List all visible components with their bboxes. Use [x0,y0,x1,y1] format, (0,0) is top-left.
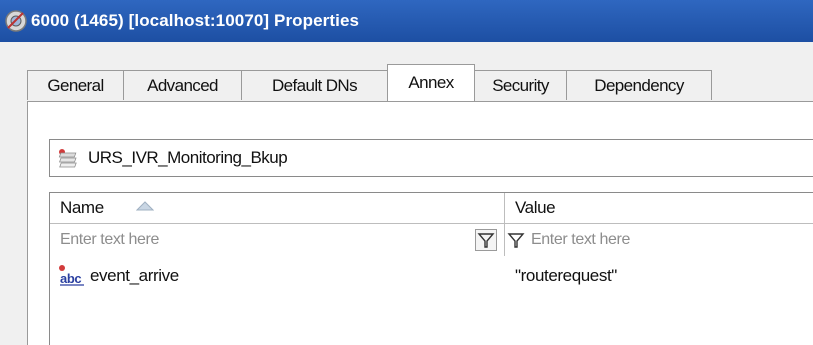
option-name-cell: abc event_arrive [58,261,179,291]
window-title: 6000 (1465) [localhost:10070] Properties [31,11,360,30]
options-grid: Name Value Enter text here Enter text he… [49,192,813,345]
abc-string-icon: abc [59,265,84,286]
tab-label: Dependency [594,75,684,95]
svg-text:abc: abc [60,271,81,286]
option-value-cell: "routerequest" [515,261,617,291]
column-header-label: Value [515,198,556,217]
grid-header: Name Value [50,193,813,224]
option-name: event_arrive [90,266,179,285]
tab-label: General [47,75,104,95]
name-filter-input[interactable]: Enter text here [50,224,505,256]
column-header-name[interactable]: Name [50,193,505,223]
tab-label: Advanced [147,75,218,95]
sort-ascending-icon [136,201,154,211]
section-name: URS_IVR_Monitoring_Bkup [88,148,288,167]
tab-label: Annex [408,73,454,92]
filter-icon[interactable] [505,229,527,251]
filter-placeholder: Enter text here [60,231,159,248]
tab-advanced[interactable]: Advanced [123,70,242,100]
filter-placeholder: Enter text here [531,231,630,248]
tab-dependency[interactable]: Dependency [566,70,712,100]
section-icon [58,149,77,168]
tab-label: Default DNs [271,75,358,95]
tab-default-dns[interactable]: Default DNs [241,70,388,100]
table-row[interactable]: abc event_arrive "routerequest" [50,261,813,291]
tab-general[interactable]: General [27,70,124,100]
tab-security[interactable]: Security [474,70,567,100]
window-title-bar[interactable]: 6000 (1465) [localhost:10070] Properties [0,0,813,42]
filter-icon[interactable] [475,229,497,251]
section-selector[interactable]: URS_IVR_Monitoring_Bkup [49,139,813,177]
tab-label: Security [492,75,549,95]
filter-row: Enter text here Enter text here [50,224,813,256]
value-filter-input[interactable]: Enter text here [505,224,813,256]
tab-annex[interactable]: Annex [387,64,475,101]
option-value: "routerequest" [515,266,617,285]
column-header-label: Name [60,198,104,217]
column-header-value[interactable]: Value [505,193,813,223]
properties-icon [5,10,27,32]
